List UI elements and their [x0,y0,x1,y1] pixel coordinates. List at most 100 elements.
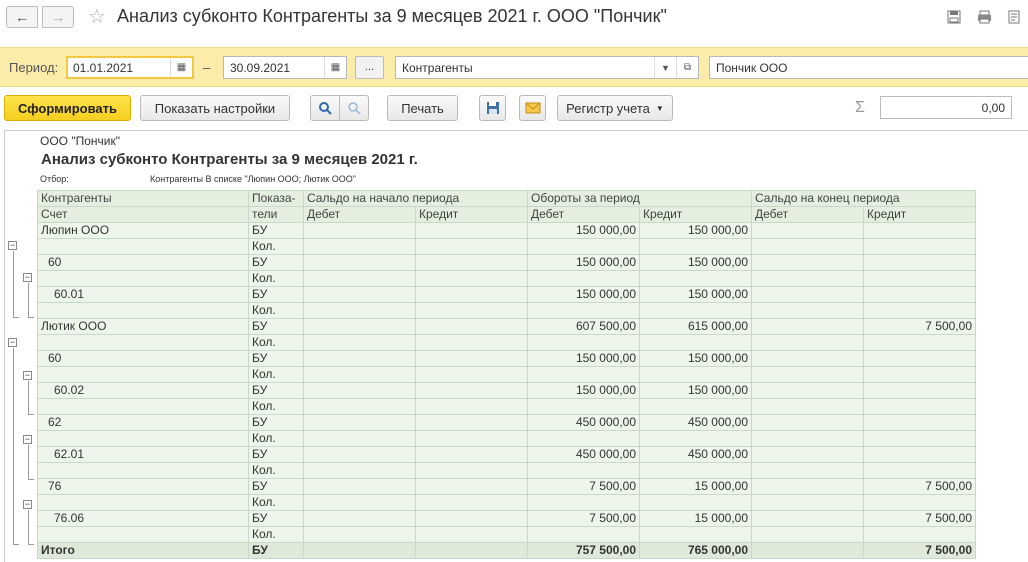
cell-cb-c[interactable] [863,398,976,415]
cell-t-c[interactable] [639,494,752,511]
cell-ob-d[interactable] [303,510,416,527]
cell-ob-c[interactable] [415,254,528,271]
cell-t-c[interactable]: 615 000,00 [639,318,752,335]
cell-t-c[interactable]: 150 000,00 [639,382,752,399]
sum-field[interactable]: 0,00 [880,96,1012,119]
cell-t-d[interactable] [527,430,640,447]
cell-t-d[interactable]: 450 000,00 [527,414,640,431]
cell-ob-d[interactable] [303,542,416,559]
table-row[interactable]: Кол. [37,366,976,383]
row-name[interactable]: Люпин ООО [37,222,249,239]
table-row[interactable]: 76.06 БУ 7 500,00 15 000,00 7 500,00 [37,510,976,527]
row-name[interactable] [37,526,249,543]
cell-t-d[interactable]: 150 000,00 [527,350,640,367]
cell-cb-d[interactable] [751,366,864,383]
row-name[interactable] [37,494,249,511]
cell-ob-c[interactable] [415,462,528,479]
organization-field[interactable]: Пончик ООО [709,56,1028,79]
table-row[interactable]: 62.01 БУ 450 000,00 450 000,00 [37,446,976,463]
table-row[interactable]: 60.02 БУ 150 000,00 150 000,00 [37,382,976,399]
cell-ob-c[interactable] [415,334,528,351]
cell-t-d[interactable] [527,526,640,543]
cell-ob-c[interactable] [415,382,528,399]
cell-cb-c[interactable] [863,222,976,239]
cell-t-c[interactable]: 15 000,00 [639,510,752,527]
cell-ob-d[interactable] [303,382,416,399]
cell-ob-c[interactable] [415,366,528,383]
forward-button[interactable]: → [42,6,74,28]
cell-cb-c[interactable] [863,382,976,399]
calendar-icon[interactable]: ▦ [324,57,346,78]
cell-cb-d[interactable] [751,478,864,495]
cell-t-c[interactable]: 15 000,00 [639,478,752,495]
cell-ob-c[interactable] [415,302,528,319]
cell-ob-c[interactable] [415,510,528,527]
cell-t-c[interactable] [639,366,752,383]
cell-cb-c[interactable]: 7 500,00 [863,542,976,559]
back-button[interactable]: ← [6,6,38,28]
cell-t-c[interactable] [639,462,752,479]
table-row[interactable]: Кол. [37,526,976,543]
cell-t-c[interactable]: 150 000,00 [639,254,752,271]
cell-ob-c[interactable] [415,318,528,335]
cell-cb-d[interactable] [751,286,864,303]
chevron-down-icon[interactable]: ▼ [654,57,676,78]
cell-t-d[interactable] [527,270,640,287]
print-icon[interactable] [976,9,992,25]
date-from-field[interactable]: 01.01.2021 ▦ [66,56,194,79]
cell-cb-d[interactable] [751,462,864,479]
cell-ob-d[interactable] [303,318,416,335]
cell-ob-c[interactable] [415,526,528,543]
cell-t-c[interactable] [639,302,752,319]
cell-t-c[interactable] [639,270,752,287]
cell-ob-c[interactable] [415,414,528,431]
save-button[interactable] [479,95,506,121]
table-row[interactable]: Кол. [37,462,976,479]
cell-cb-c[interactable] [863,430,976,447]
cell-t-c[interactable]: 150 000,00 [639,350,752,367]
cell-t-d[interactable]: 150 000,00 [527,254,640,271]
cell-t-c[interactable] [639,334,752,351]
collapse-toggle-icon[interactable]: − [23,435,32,445]
cell-cb-c[interactable]: 7 500,00 [863,510,976,527]
cell-cb-c[interactable]: 7 500,00 [863,478,976,495]
row-name[interactable]: 60 [37,254,249,271]
cell-ob-d[interactable] [303,430,416,447]
table-row[interactable]: 76 БУ 7 500,00 15 000,00 7 500,00 [37,478,976,495]
row-name[interactable]: 76 [37,478,249,495]
row-name[interactable] [37,238,249,255]
cell-t-c[interactable]: 150 000,00 [639,286,752,303]
cell-t-c[interactable]: 150 000,00 [639,222,752,239]
cell-cb-d[interactable] [751,398,864,415]
table-row[interactable]: 60 БУ 150 000,00 150 000,00 [37,254,976,271]
cell-cb-c[interactable]: 7 500,00 [863,318,976,335]
cell-cb-c[interactable] [863,366,976,383]
cell-t-d[interactable]: 7 500,00 [527,478,640,495]
row-name[interactable] [37,270,249,287]
cell-ob-d[interactable] [303,414,416,431]
cell-ob-d[interactable] [303,526,416,543]
cell-ob-c[interactable] [415,350,528,367]
cell-ob-c[interactable] [415,542,528,559]
row-name[interactable] [37,334,249,351]
favorite-star-icon[interactable]: ☆ [88,4,106,29]
cell-ob-c[interactable] [415,430,528,447]
row-name[interactable] [37,366,249,383]
cell-ob-d[interactable] [303,494,416,511]
cell-ob-d[interactable] [303,286,416,303]
row-name[interactable]: 62.01 [37,446,249,463]
cell-cb-c[interactable] [863,302,976,319]
row-name[interactable] [37,462,249,479]
cell-t-d[interactable] [527,494,640,511]
cell-t-d[interactable]: 7 500,00 [527,510,640,527]
table-row[interactable]: 60 БУ 150 000,00 150 000,00 [37,350,976,367]
row-name[interactable]: 60.02 [37,382,249,399]
row-name[interactable] [37,302,249,319]
preview-icon[interactable] [1006,9,1022,25]
cell-cb-c[interactable] [863,526,976,543]
row-name[interactable]: 60 [37,350,249,367]
cell-t-d[interactable]: 450 000,00 [527,446,640,463]
row-name[interactable] [37,398,249,415]
collapse-toggle-icon[interactable]: − [8,338,17,348]
collapse-toggle-icon[interactable]: − [8,241,17,250]
